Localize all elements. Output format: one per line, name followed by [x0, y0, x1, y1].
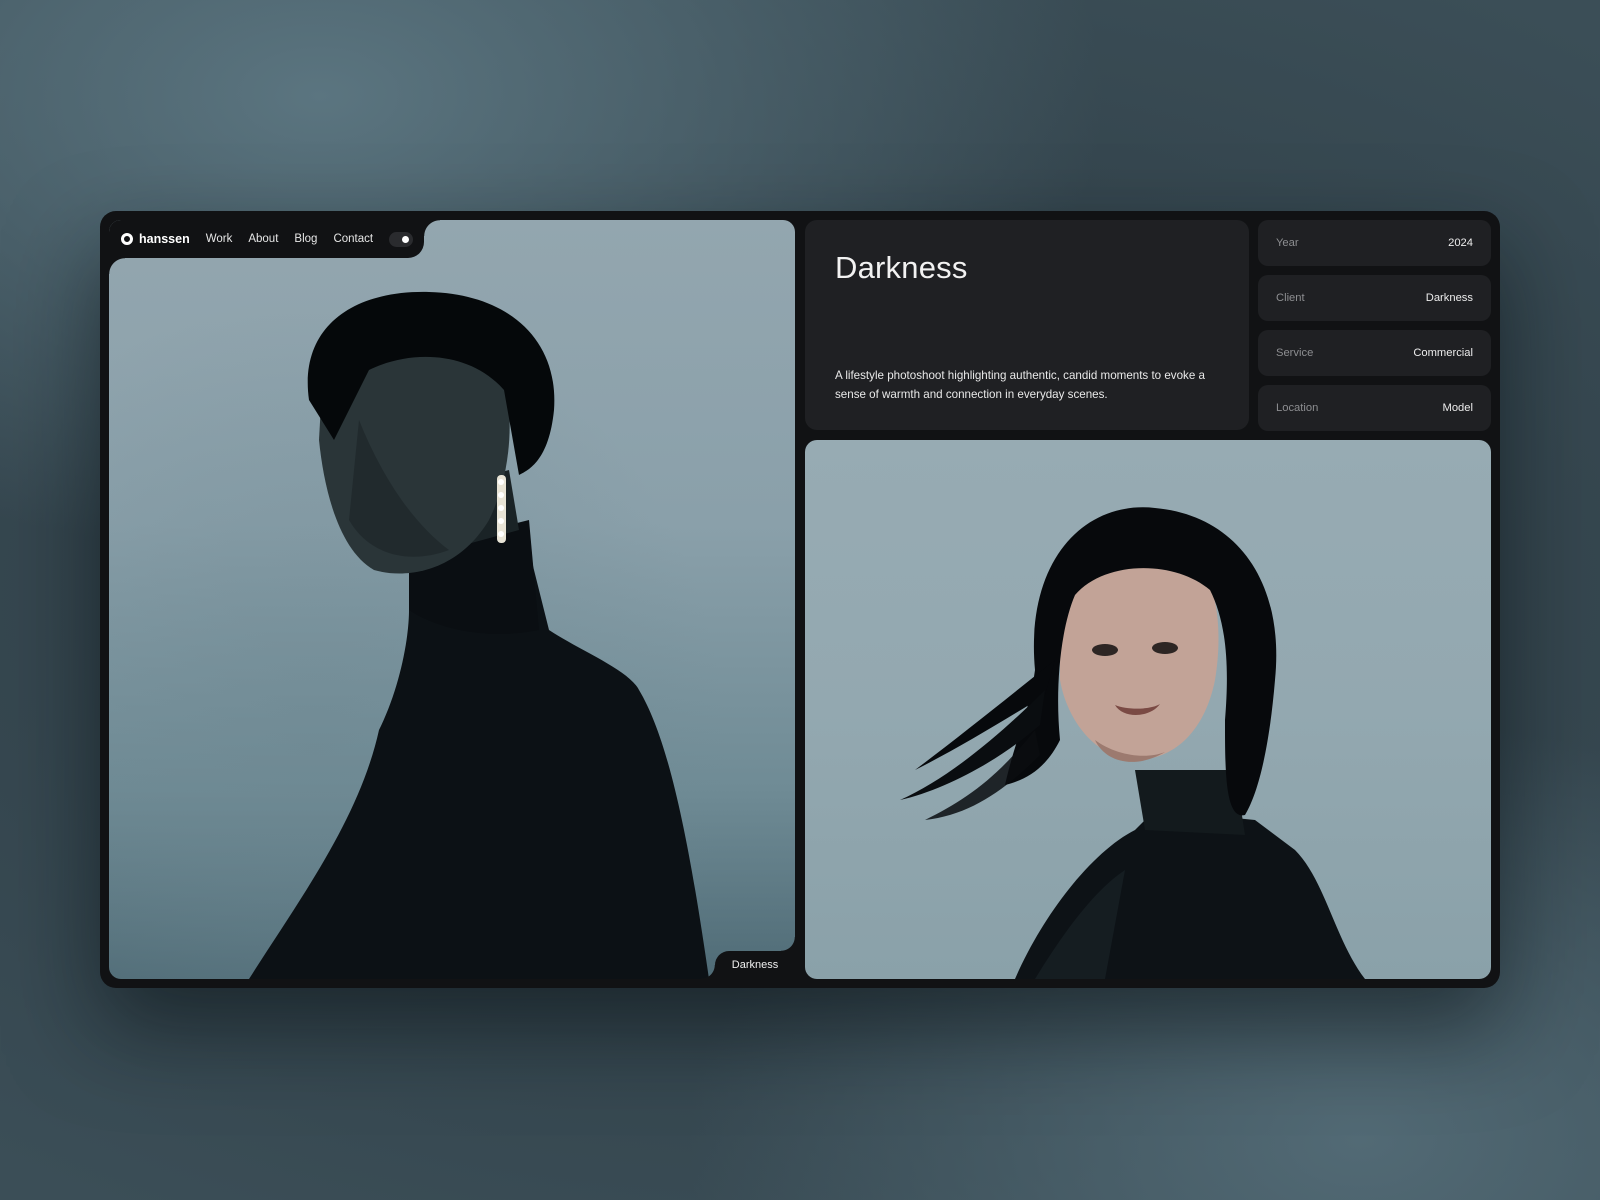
meta-value: Model [1442, 402, 1473, 414]
project-info-card: Darkness A lifestyle photoshoot highligh… [805, 220, 1249, 430]
brand-logo[interactable]: hanssen [121, 232, 190, 246]
meta-label: Service [1276, 347, 1314, 359]
photo-caption: Darkness [701, 937, 795, 979]
nav-link-about[interactable]: About [248, 233, 278, 245]
meta-row-service: Service Commercial [1258, 330, 1491, 376]
meta-value: 2024 [1448, 237, 1473, 249]
top-navigation: hanssen Work About Blog Contact [109, 220, 440, 274]
meta-value: Commercial [1413, 347, 1473, 359]
nav-link-contact[interactable]: Contact [333, 233, 373, 245]
hero-photo-right [805, 440, 1491, 979]
theme-toggle-icon [402, 235, 410, 243]
meta-row-client: Client Darkness [1258, 275, 1491, 321]
portrait-illustration-left [109, 220, 795, 979]
meta-label: Location [1276, 402, 1319, 414]
meta-label: Year [1276, 237, 1299, 249]
portfolio-window: hanssen Work About Blog Contact Darkness… [100, 211, 1500, 988]
nav-link-blog[interactable]: Blog [294, 233, 317, 245]
meta-value: Darkness [1425, 292, 1473, 304]
project-description: A lifestyle photoshoot highlighting auth… [835, 369, 1205, 401]
portrait-illustration-right [900, 507, 1365, 979]
theme-toggle[interactable] [389, 231, 414, 247]
meta-label: Client [1276, 292, 1305, 304]
ring-logo-icon [121, 233, 133, 245]
hero-photo-left: hanssen Work About Blog Contact [109, 220, 795, 979]
meta-row-location: Location Model [1258, 385, 1491, 431]
meta-row-year: Year 2024 [1258, 220, 1491, 266]
project-title: Darkness [835, 250, 968, 285]
project-meta-list: Year 2024 Client Darkness Service Commer… [1258, 220, 1491, 431]
nav-link-work[interactable]: Work [206, 233, 233, 245]
brand-name: hanssen [139, 232, 190, 246]
